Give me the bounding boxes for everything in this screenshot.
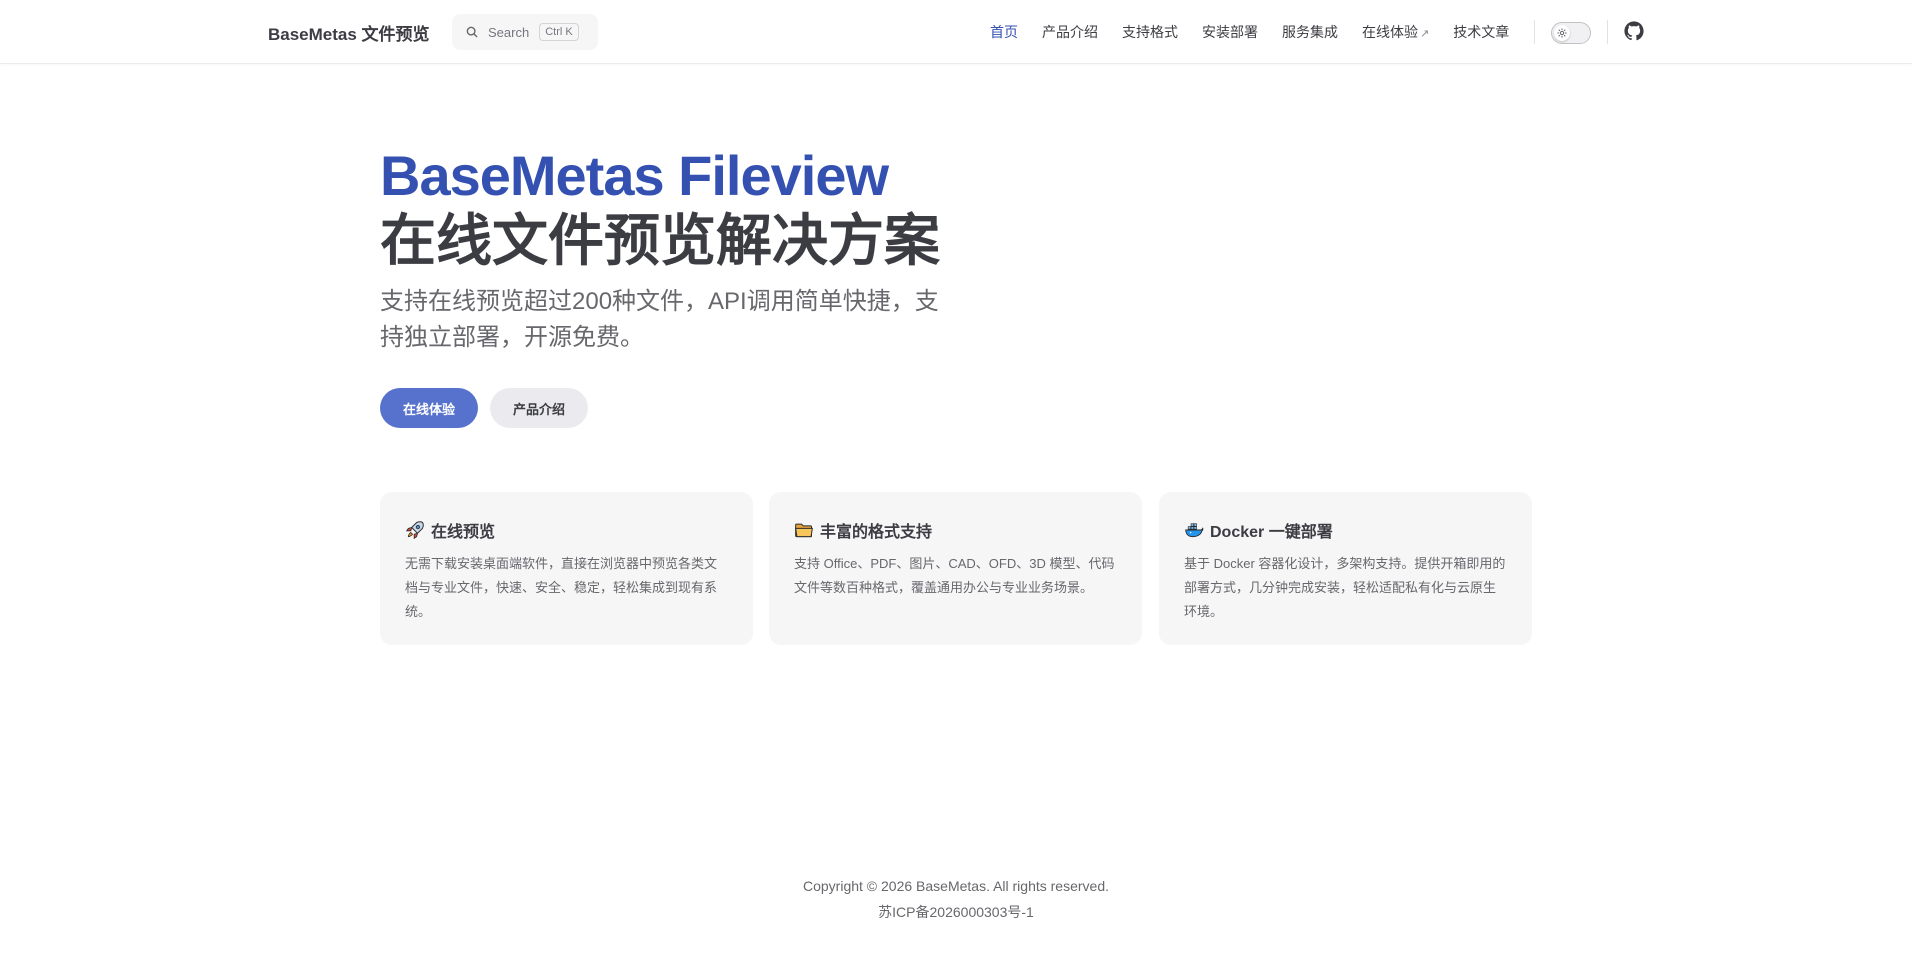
search-icon — [466, 26, 478, 38]
nav-divider — [1607, 20, 1608, 44]
nav-link-install[interactable]: 安装部署 — [1202, 22, 1258, 42]
site-title[interactable]: BaseMetas 文件预览 — [268, 20, 430, 45]
feature-title-row: Docker 一键部署 — [1184, 518, 1508, 542]
feature-card-online-preview: 在线预览 无需下载安装桌面端软件，直接在浏览器中预览各类文档与专业文件，快速、安… — [380, 492, 753, 645]
feature-title: 丰富的格式支持 — [820, 524, 933, 541]
folder-icon — [795, 523, 813, 538]
online-demo-button[interactable]: 在线体验 — [380, 388, 478, 428]
nav-link-home[interactable]: 首页 — [990, 22, 1018, 42]
nav-links: 首页 产品介绍 支持格式 安装部署 服务集成 在线体验 ↗ 技术文章 — [990, 0, 1533, 64]
product-intro-button[interactable]: 产品介绍 — [490, 388, 588, 428]
hero-tagline: 支持在线预览超过200种文件，API调用简单快捷，支持独立部署，开源免费。 — [380, 288, 939, 351]
docker-icon — [1185, 523, 1204, 538]
search-shortcut: Ctrl K — [539, 23, 579, 41]
feature-title: Docker 一键部署 — [1210, 524, 1333, 541]
nav-divider — [1534, 20, 1535, 44]
top-navbar: BaseMetas 文件预览 Search Ctrl K 首页 产品介绍 支持格… — [0, 0, 1912, 64]
nav-link-online-demo-label: 在线体验 — [1362, 24, 1418, 40]
icp-link[interactable]: 苏ICP备2026000303号-1 — [0, 902, 1912, 922]
nav-link-product[interactable]: 产品介绍 — [1042, 22, 1098, 42]
nav-link-online-demo[interactable]: 在线体验 ↗ — [1362, 22, 1429, 42]
search-button[interactable]: Search Ctrl K — [452, 14, 598, 50]
feature-title-row: 在线预览 — [405, 518, 729, 542]
external-link-icon: ↗ — [1420, 28, 1430, 40]
feature-description: 基于 Docker 容器化设计，多架构支持。提供开箱即用的部署方式，几分钟完成安… — [1184, 556, 1506, 619]
rocket-icon — [405, 521, 424, 540]
sun-icon — [1557, 28, 1567, 38]
feature-description: 支持 Office、PDF、图片、CAD、OFD、3D 模型、代码文件等数百种格… — [794, 556, 1115, 595]
copyright-text: Copyright © 2026 BaseMetas. All rights r… — [802, 878, 1110, 894]
nav-link-articles[interactable]: 技术文章 — [1453, 22, 1509, 42]
github-icon[interactable] — [1624, 21, 1644, 41]
feature-card-formats: 丰富的格式支持 支持 Office、PDF、图片、CAD、OFD、3D 模型、代… — [769, 492, 1142, 645]
theme-toggle[interactable] — [1551, 22, 1591, 44]
search-label: Search — [488, 24, 530, 40]
hero-name: BaseMetas Fileview — [380, 144, 889, 207]
feature-card-docker: Docker 一键部署 基于 Docker 容器化设计，多架构支持。提供开箱即用… — [1159, 492, 1532, 645]
toggle-knob — [1554, 25, 1570, 41]
nav-link-formats[interactable]: 支持格式 — [1122, 22, 1178, 42]
feature-description: 无需下载安装桌面端软件，直接在浏览器中预览各类文档与专业文件，快速、安全、稳定，… — [405, 556, 718, 619]
hero-headline: 在线文件预览解决方案 — [380, 209, 940, 272]
feature-title: 在线预览 — [431, 524, 496, 541]
nav-link-integration[interactable]: 服务集成 — [1282, 22, 1338, 42]
feature-title-row: 丰富的格式支持 — [794, 518, 1118, 542]
